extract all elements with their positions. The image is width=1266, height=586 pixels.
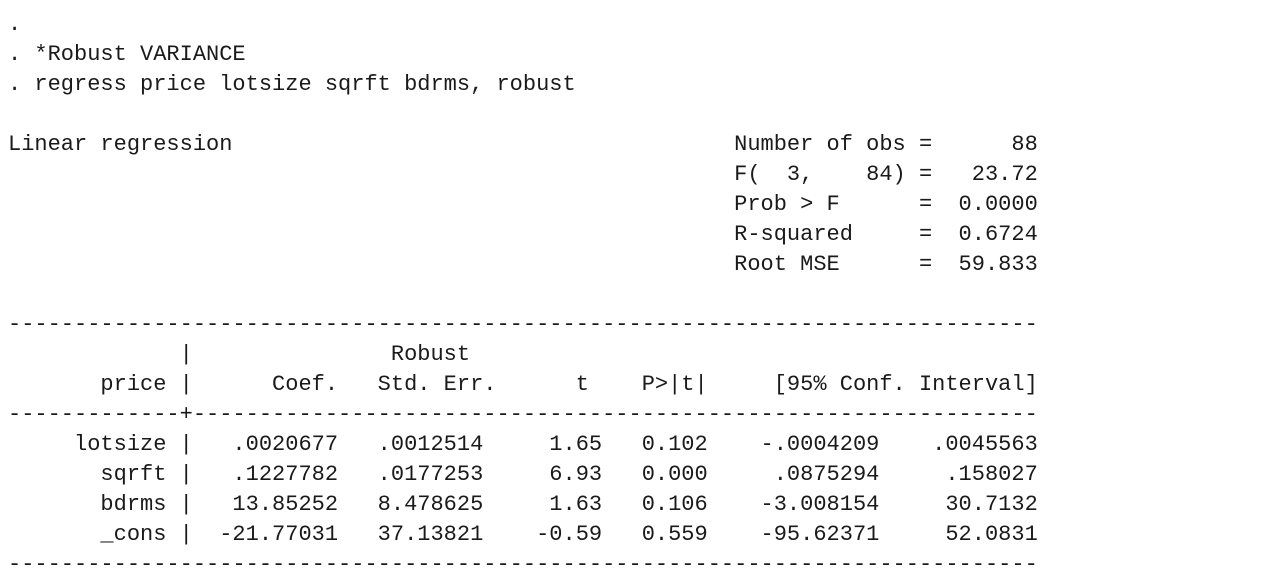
command-line: . regress price lotsize sqrft bdrms, rob…: [8, 72, 576, 97]
table-row: lotsize | .0020677 .0012514 1.65 0.102 -…: [8, 432, 1038, 457]
table-header-columns: price | Coef. Std. Err. t P>|t| [95% Con…: [8, 372, 1038, 397]
table-row: bdrms | 13.85252 8.478625 1.63 0.106 -3.…: [8, 492, 1038, 517]
table-top-rule: ----------------------------------------…: [8, 312, 1038, 337]
table-row: _cons | -21.77031 37.13821 -0.59 0.559 -…: [8, 522, 1038, 547]
root-mse-line: Root MSE = 59.833: [8, 252, 1038, 277]
f-statistic-line: F( 3, 84) = 23.72: [8, 162, 1038, 187]
table-bottom-rule: ----------------------------------------…: [8, 552, 1038, 577]
prompt-dot-line: .: [8, 12, 22, 37]
stata-results-output: . . *Robust VARIANCE . regress price lotsi…: [8, 10, 1038, 580]
prob-f-line: Prob > F = 0.0000: [8, 192, 1038, 217]
comment-line: . *Robust VARIANCE: [8, 42, 246, 67]
table-header-rule: -------------+--------------------------…: [8, 402, 1038, 427]
table-header-robust: | Robust: [8, 342, 471, 367]
r-squared-line: R-squared = 0.6724: [8, 222, 1038, 247]
table-row: sqrft | .1227782 .0177253 6.93 0.000 .08…: [8, 462, 1038, 487]
regression-title-obs-line: Linear regression Number of obs = 88: [8, 132, 1038, 157]
